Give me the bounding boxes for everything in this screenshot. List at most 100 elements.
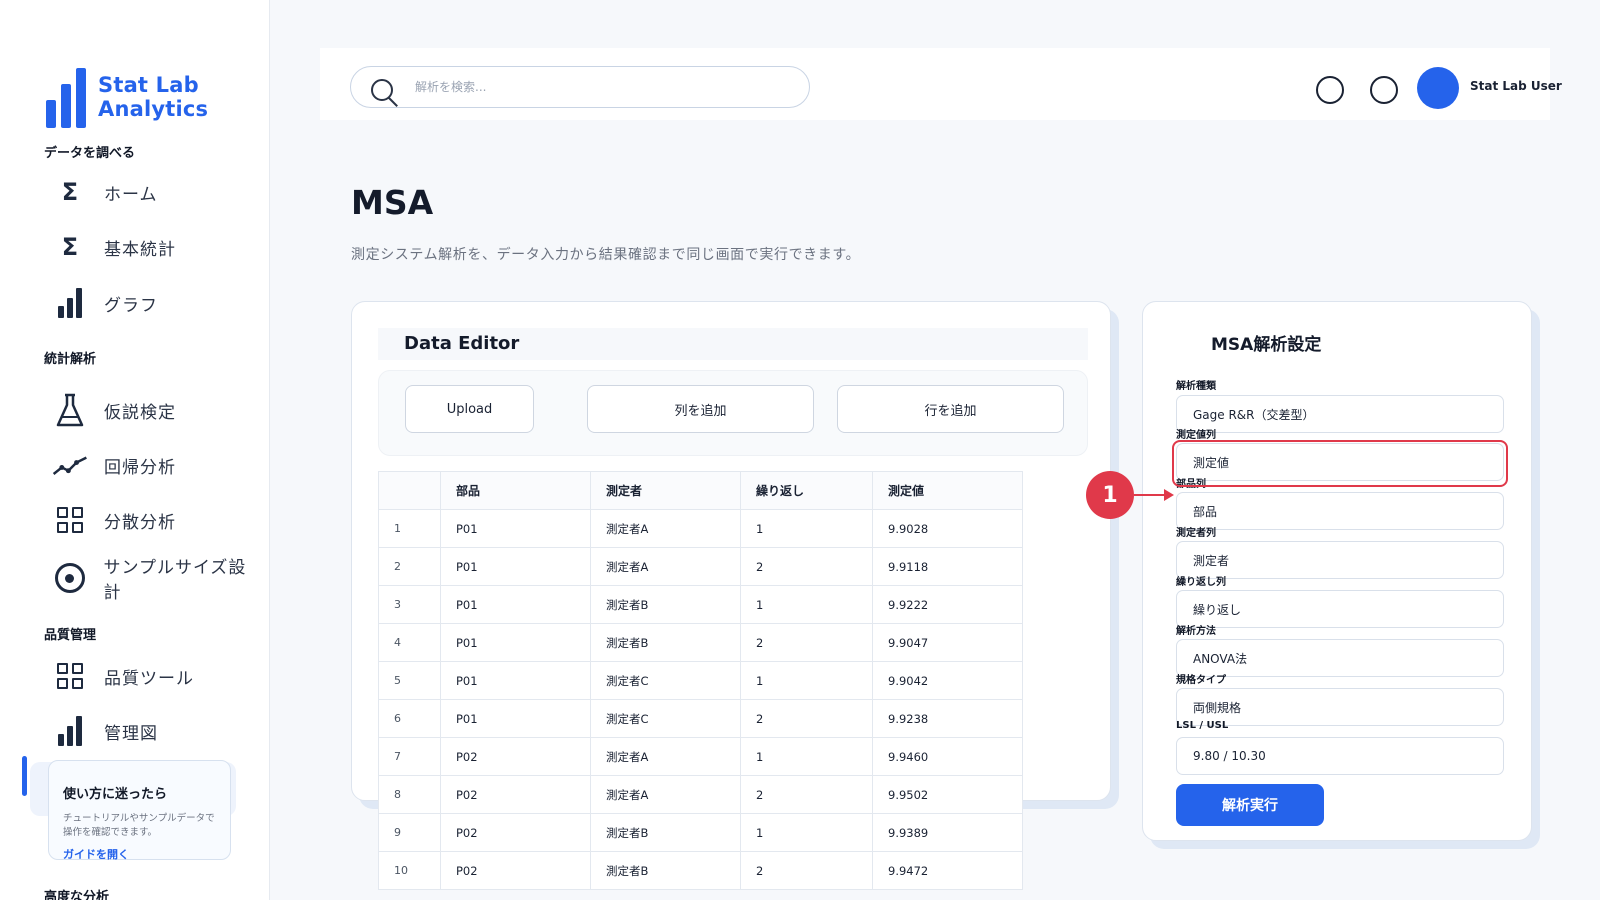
column-header-operator[interactable]: 測定者 (590, 471, 741, 510)
table-row: 1 P01 測定者A 1 9.9028 (378, 509, 1023, 548)
repeat-column-select[interactable]: 繰り返し (1176, 590, 1504, 628)
sidebar-item-quality-tools[interactable]: 品質ツール (52, 656, 262, 696)
add-row-button[interactable]: 行を追加 (837, 385, 1064, 433)
table-cell[interactable]: 測定者C (590, 699, 741, 738)
upload-button[interactable]: Upload (405, 385, 534, 433)
analysis-type-select[interactable]: Gage R&R（交差型） (1176, 395, 1504, 433)
table-cell[interactable]: 9.9472 (872, 851, 1023, 890)
sidebar-item-label: グラフ (104, 295, 158, 316)
table-cell[interactable]: 1 (740, 585, 873, 624)
table-cell[interactable]: 測定者A (590, 775, 741, 814)
column-header-part[interactable]: 部品 (440, 471, 591, 510)
sidebar-item-hypothesis-test[interactable]: 仮説検定 (52, 390, 262, 430)
table-cell[interactable]: 測定者B (590, 813, 741, 852)
table-cell[interactable]: 測定者B (590, 585, 741, 624)
column-header-repeat[interactable]: 繰り返し (740, 471, 873, 510)
help-description: チュートリアルやサンプルデータで操作を確認できます。 (63, 813, 215, 838)
sidebar-item-basic-stats[interactable]: Σ 基本統計 (52, 227, 262, 267)
table-cell[interactable]: P02 (440, 851, 591, 890)
table-cell[interactable]: P02 (440, 813, 591, 852)
table-row: 8 P02 測定者A 2 9.9502 (378, 775, 1023, 814)
column-header-value[interactable]: 測定値 (872, 471, 1023, 510)
table-cell[interactable]: P01 (440, 509, 591, 548)
table-cell[interactable]: 1 (740, 737, 873, 776)
table-row: 2 P01 測定者A 2 9.9118 (378, 547, 1023, 586)
bar-chart-icon (52, 713, 88, 749)
search-icon (371, 79, 393, 101)
table-cell[interactable]: 2 (740, 623, 873, 662)
table-cell[interactable]: P01 (440, 623, 591, 662)
table-cell[interactable]: 9.9238 (872, 699, 1023, 738)
brand[interactable]: Stat Lab Analytics (46, 66, 269, 128)
add-column-button[interactable]: 列を追加 (587, 385, 814, 433)
table-row: 10 P02 測定者B 2 9.9472 (378, 851, 1023, 890)
table-cell[interactable]: 9.9502 (872, 775, 1023, 814)
column-header-index[interactable] (378, 471, 441, 510)
table-cell[interactable]: 測定者A (590, 509, 741, 548)
settings-button[interactable] (1370, 76, 1398, 104)
table-cell[interactable]: 1 (740, 661, 873, 700)
table-cell[interactable]: P01 (440, 699, 591, 738)
table-cell[interactable]: 1 (740, 509, 873, 548)
data-editor-title: Data Editor (404, 333, 520, 354)
table-cell[interactable]: 9.9460 (872, 737, 1023, 776)
table-cell[interactable]: 9.9042 (872, 661, 1023, 700)
search-input[interactable] (415, 75, 795, 99)
row-index: 1 (378, 509, 441, 548)
sidebar-item-regression[interactable]: 回帰分析 (52, 445, 262, 485)
table-cell[interactable]: P01 (440, 547, 591, 586)
part-column-select[interactable]: 部品 (1176, 492, 1504, 530)
row-index: 6 (378, 699, 441, 738)
sigma-icon: Σ (61, 233, 79, 261)
table-cell[interactable]: 1 (740, 813, 873, 852)
msa-settings-card: MSA解析設定 解析種類 Gage R&R（交差型） 測定値列 測定値 部品列 … (1142, 301, 1532, 841)
sidebar-item-graph[interactable]: グラフ (52, 283, 262, 323)
data-editor-header: Data Editor (378, 328, 1088, 360)
table-cell[interactable]: 9.9118 (872, 547, 1023, 586)
trend-line-icon (52, 447, 88, 483)
sidebar-item-label: ホーム (104, 184, 158, 205)
sidebar-item-label: 基本統計 (104, 239, 176, 260)
table-cell[interactable]: P02 (440, 737, 591, 776)
sidebar-item-control-chart[interactable]: 管理図 (52, 711, 262, 751)
table-cell[interactable]: P01 (440, 585, 591, 624)
page-subtitle: 測定システム解析を、データ入力から結果確認まで同じ画面で実行できます。 (351, 247, 861, 263)
sidebar-item-home[interactable]: Σ ホーム (52, 172, 262, 212)
field-label-spec-type: 規格タイプ (1176, 675, 1226, 686)
table-header-row: 部品 測定者 繰り返し 測定値 (378, 471, 1023, 510)
sidebar-item-anova[interactable]: 分散分析 (52, 500, 262, 540)
avatar[interactable] (1417, 67, 1459, 109)
help-guide-link[interactable]: ガイドを開く (63, 846, 216, 862)
table-cell[interactable]: 測定者B (590, 623, 741, 662)
table-cell[interactable]: 2 (740, 775, 873, 814)
table-cell[interactable]: 測定者A (590, 547, 741, 586)
notification-button[interactable] (1316, 76, 1344, 104)
search-box[interactable] (350, 66, 810, 108)
sidebar-item-sample-size[interactable]: サンプルサイズ設計 (52, 558, 262, 603)
table-cell[interactable]: 2 (740, 699, 873, 738)
row-index: 7 (378, 737, 441, 776)
brand-name: Stat Lab Analytics (98, 73, 209, 121)
table-cell[interactable]: 9.9047 (872, 623, 1023, 662)
table-cell[interactable]: P01 (440, 661, 591, 700)
table-cell[interactable]: 9.9028 (872, 509, 1023, 548)
table-row: 4 P01 測定者B 2 9.9047 (378, 623, 1023, 662)
sigma-icon: Σ (61, 178, 79, 206)
table-cell[interactable]: 2 (740, 851, 873, 890)
table-row: 9 P02 測定者B 1 9.9389 (378, 813, 1023, 852)
table-cell[interactable]: 測定者A (590, 737, 741, 776)
run-analysis-button[interactable]: 解析実行 (1176, 784, 1324, 826)
lsl-usl-input[interactable]: 9.80 / 10.30 (1176, 737, 1504, 775)
table-cell[interactable]: 測定者C (590, 661, 741, 700)
sidebar-item-label: 管理図 (104, 723, 158, 744)
user-name: Stat Lab User (1470, 79, 1562, 93)
sidebar: Stat Lab Analytics データを調べる Σ ホーム Σ 基本統計 … (0, 0, 270, 900)
row-index: 5 (378, 661, 441, 700)
table-cell[interactable]: P02 (440, 775, 591, 814)
field-label-method: 解析方法 (1176, 626, 1216, 637)
table-cell[interactable]: 測定者B (590, 851, 741, 890)
table-cell[interactable]: 2 (740, 547, 873, 586)
table-cell[interactable]: 9.9389 (872, 813, 1023, 852)
table-cell[interactable]: 9.9222 (872, 585, 1023, 624)
field-label-measurement-column: 測定値列 (1176, 430, 1216, 441)
